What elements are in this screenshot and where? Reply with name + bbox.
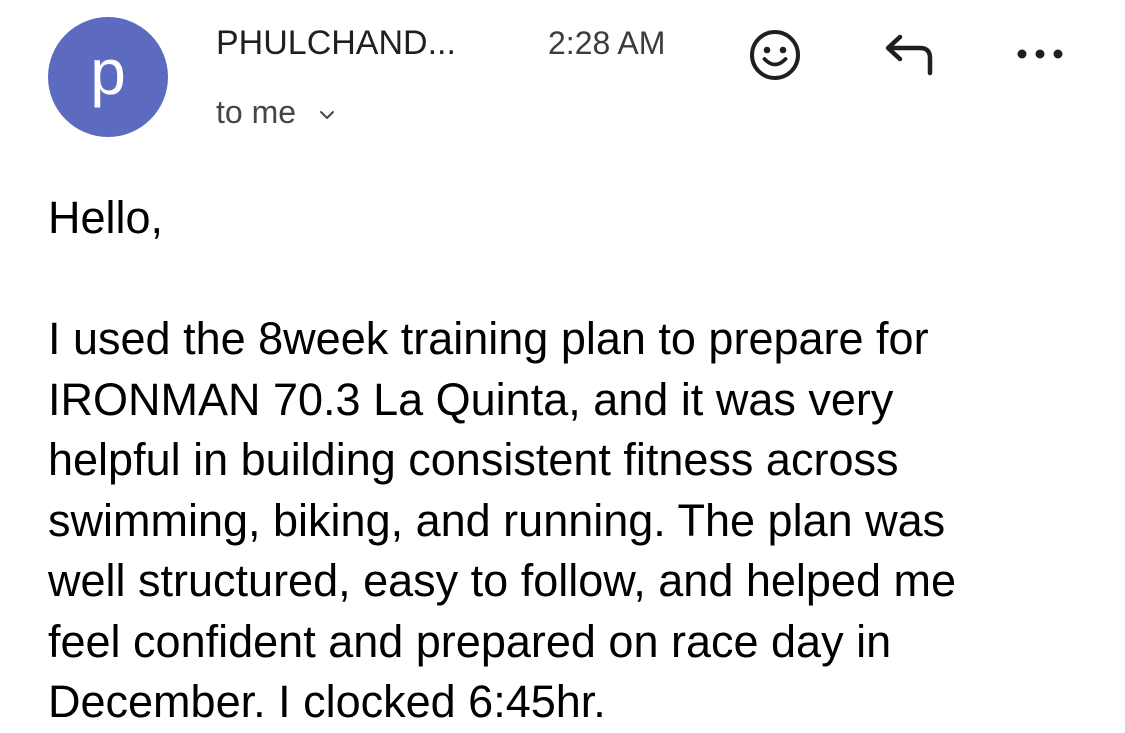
message-line: I used the 8week training plan to prepar… [48, 313, 929, 364]
message-time: 2:28 AM [548, 25, 666, 61]
message-line: helpful in building consistent fitness a… [48, 434, 899, 485]
smiley-face-icon [750, 30, 800, 80]
reply-arrow-icon [885, 34, 933, 76]
more-options-button[interactable] [1008, 38, 1072, 70]
sender-name[interactable]: PHULCHAND... [216, 24, 456, 63]
greeting: Hello, [48, 192, 164, 243]
message-line: IRONMAN 70.3 La Quinta, and it was very [48, 373, 894, 425]
message-line: feel confident and prepared on race day … [48, 615, 892, 667]
reply-button[interactable] [878, 30, 938, 82]
message-line: well structured, easy to follow, and hel… [48, 555, 956, 606]
recipient-label: to me [216, 94, 297, 130]
add-reaction-button[interactable] [748, 28, 802, 82]
chevron-down-icon[interactable] [316, 104, 338, 126]
message-line: swimming, biking, and running. The plan … [48, 494, 946, 546]
avatar-letter: p [90, 36, 126, 108]
message-paragraph: I used the 8week training plan to prepar… [48, 309, 1108, 733]
more-horizontal-icon [1017, 49, 1063, 59]
recipient-toggle[interactable]: to me [216, 94, 338, 131]
message-line: December. I clocked 6:45hr. [48, 676, 606, 727]
message-body: Hello, I used the 8week training plan to… [48, 188, 1108, 733]
avatar[interactable]: p [48, 17, 168, 137]
